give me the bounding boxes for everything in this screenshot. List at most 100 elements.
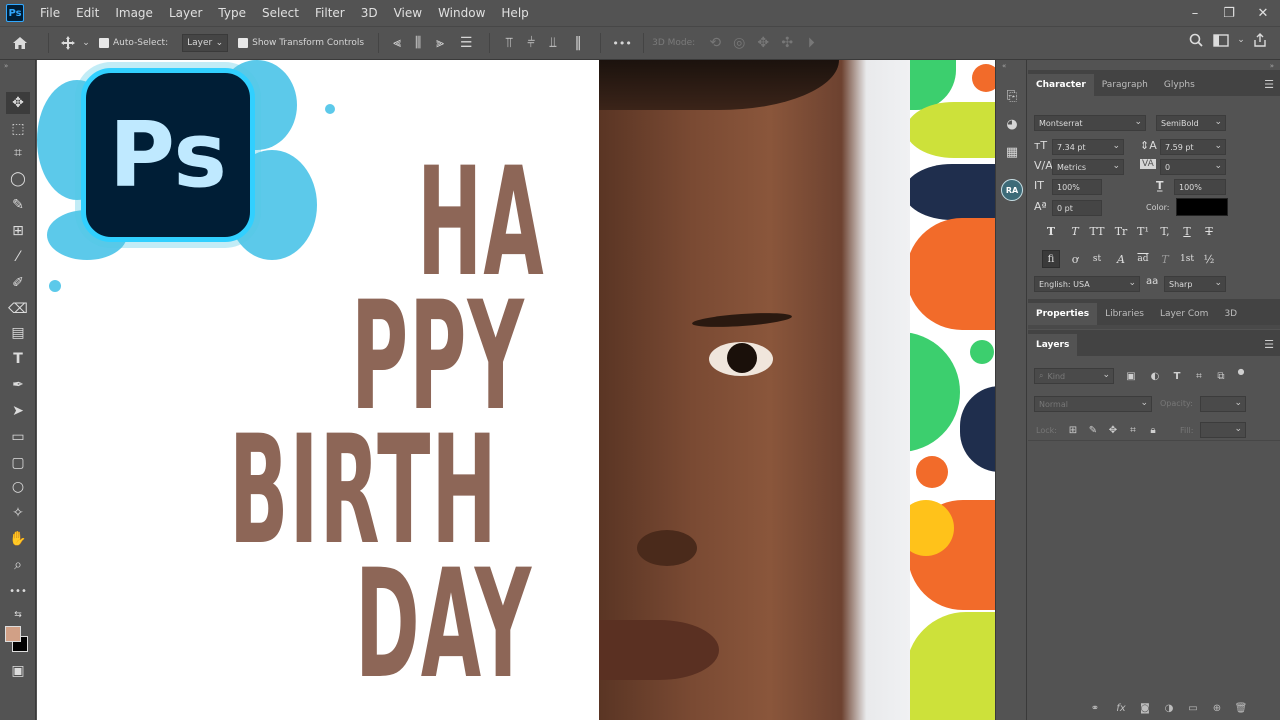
rounded-rectangle-tool-icon[interactable]: ▢ xyxy=(6,452,30,474)
tab-properties[interactable]: Properties xyxy=(1028,303,1098,325)
fill-field[interactable]: ⌄ xyxy=(1200,422,1246,438)
new-group-icon[interactable]: ▭ xyxy=(1184,700,1202,716)
font-size-field[interactable]: 7.34 pt ⌄ xyxy=(1052,139,1124,155)
eraser-tool-icon[interactable]: ⌫ xyxy=(6,298,30,320)
tab-glyphs[interactable]: Glyphs xyxy=(1156,74,1203,96)
menu-window[interactable]: Window xyxy=(430,0,493,26)
document-canvas[interactable]: HA PPY BIRTH DAY Ps xyxy=(37,60,995,720)
menu-view[interactable]: View xyxy=(386,0,430,26)
filter-toggle-icon[interactable]: ● xyxy=(1234,364,1248,378)
more-options-icon[interactable]: ••• xyxy=(609,37,635,50)
menu-help[interactable]: Help xyxy=(493,0,536,26)
gradient-tool-icon[interactable]: ▤ xyxy=(6,322,30,344)
tab-layer-comps[interactable]: Layer Com xyxy=(1152,303,1217,325)
adjustment-layer-icon[interactable]: ◑ xyxy=(1160,700,1178,716)
menu-file[interactable]: File xyxy=(32,0,68,26)
all-caps-button[interactable]: TT xyxy=(1088,222,1106,240)
color-palette-icon[interactable]: ◕ xyxy=(1002,114,1022,134)
history-icon[interactable]: ⎘ xyxy=(1002,86,1022,106)
shape-filter-icon[interactable]: ⌗ xyxy=(1192,369,1206,383)
restore-button[interactable]: ❐ xyxy=(1212,0,1246,26)
lock-position-icon[interactable]: ✥ xyxy=(1106,423,1120,437)
leading-field[interactable]: 7.59 pt ⌄ xyxy=(1160,139,1226,155)
font-style-select[interactable]: SemiBold ⌄ xyxy=(1156,115,1226,131)
marquee-tool-icon[interactable]: ⬚ xyxy=(6,118,30,140)
font-family-select[interactable]: Montserrat ⌄ xyxy=(1034,115,1146,131)
rectangle-tool-icon[interactable]: ▭ xyxy=(6,426,30,448)
chevron-down-icon[interactable]: ⌄ xyxy=(1234,35,1248,45)
minimize-button[interactable]: – xyxy=(1178,0,1212,26)
type-tool-icon[interactable]: T xyxy=(6,348,30,370)
lock-artboard-icon[interactable]: ⌗ xyxy=(1126,423,1140,437)
smart-object-filter-icon[interactable]: ⧉ xyxy=(1214,369,1228,383)
brush-tool-icon[interactable]: ✐ xyxy=(6,272,30,294)
tab-character[interactable]: Character xyxy=(1028,74,1094,96)
move-tool-icon[interactable] xyxy=(57,35,79,51)
menu-image[interactable]: Image xyxy=(107,0,161,26)
titling-alternates-button[interactable]: T xyxy=(1156,250,1174,268)
new-layer-icon[interactable]: ⊕ xyxy=(1208,700,1226,716)
opacity-field[interactable]: ⌄ xyxy=(1200,396,1246,412)
custom-shape-tool-icon[interactable]: ✧ xyxy=(6,502,30,524)
pen-tool-icon[interactable]: ✒ xyxy=(6,374,30,396)
distribute-vertical-icon[interactable]: ‖ xyxy=(564,35,592,51)
superscript-button[interactable]: T¹ xyxy=(1134,222,1152,240)
trash-icon[interactable]: 🗑︎ xyxy=(1232,700,1250,716)
collapse-toolbar-icon[interactable]: » xyxy=(4,62,8,70)
collapse-panels-icon[interactable]: » xyxy=(1270,62,1274,70)
faux-bold-button[interactable]: T xyxy=(1042,222,1060,240)
show-transform-checkbox[interactable]: Show Transform Controls xyxy=(238,38,364,48)
tab-layers[interactable]: Layers xyxy=(1028,334,1078,356)
tab-paragraph[interactable]: Paragraph xyxy=(1094,74,1156,96)
distribute-icon[interactable]: ☰ xyxy=(451,35,481,51)
horizontal-scale-field[interactable]: 100% xyxy=(1174,179,1226,195)
layer-filter-kind-select[interactable]: ⌕ Kind ⌄ xyxy=(1034,368,1114,384)
ellipse-tool-icon[interactable]: ○ xyxy=(6,476,30,498)
add-mask-icon[interactable]: ◙ xyxy=(1136,700,1154,716)
swap-colors-icon[interactable]: ⇆ xyxy=(6,604,30,626)
3d-orbit-icon[interactable]: ⟲ xyxy=(703,35,727,51)
pixel-filter-icon[interactable]: ▣ xyxy=(1124,369,1138,383)
lock-transparency-icon[interactable]: ⊞ xyxy=(1066,423,1080,437)
zoom-tool-icon[interactable]: ⌕ xyxy=(6,554,30,576)
baseline-shift-field[interactable]: 0 pt xyxy=(1052,200,1102,216)
blend-mode-select[interactable]: Normal ⌄ xyxy=(1034,396,1152,412)
home-icon[interactable] xyxy=(0,36,40,50)
align-horizontal-center-icon[interactable]: ⫼ xyxy=(407,35,429,51)
ligatures-button[interactable]: fi xyxy=(1042,250,1060,268)
menu-layer[interactable]: Layer xyxy=(161,0,210,26)
menu-3d[interactable]: 3D xyxy=(353,0,386,26)
auto-select-dropdown[interactable]: Layer ⌄ xyxy=(182,34,229,52)
swatches-grid-icon[interactable]: ▦ xyxy=(1002,142,1022,162)
tab-libraries[interactable]: Libraries xyxy=(1097,303,1152,325)
small-caps-button[interactable]: Tr xyxy=(1112,222,1130,240)
align-bottom-icon[interactable]: ⫫ xyxy=(542,35,564,51)
adjustment-filter-icon[interactable]: ◐ xyxy=(1148,369,1162,383)
type-filter-icon[interactable]: T xyxy=(1170,369,1184,383)
lock-all-icon[interactable]: 🔒︎ xyxy=(1146,423,1160,437)
path-select-tool-icon[interactable]: ➤ xyxy=(6,400,30,422)
3d-slide-icon[interactable]: ✣ xyxy=(775,35,799,51)
3d-roll-icon[interactable]: ◎ xyxy=(727,35,751,51)
crop-alt-tool-icon[interactable]: ⊞ xyxy=(6,220,30,242)
fractions-button[interactable]: ½ xyxy=(1200,250,1218,268)
swash-button[interactable]: A xyxy=(1112,250,1130,268)
link-layers-icon[interactable]: ⚭ xyxy=(1086,700,1104,716)
search-icon[interactable] xyxy=(1184,33,1208,47)
menu-edit[interactable]: Edit xyxy=(68,0,107,26)
fx-icon[interactable]: fx xyxy=(1112,700,1130,716)
lasso-tool-icon[interactable]: ◯ xyxy=(6,168,30,190)
stylistic-alternates-button[interactable]: ad xyxy=(1134,250,1152,268)
collapse-strip-icon[interactable]: « xyxy=(1002,62,1006,70)
screen-mode-icon[interactable]: ▣ xyxy=(6,660,30,682)
subscript-button[interactable]: T, xyxy=(1156,222,1174,240)
eyedropper-tool-icon[interactable]: ⁄ xyxy=(6,246,30,268)
close-button[interactable]: ✕ xyxy=(1246,0,1280,26)
menu-filter[interactable]: Filter xyxy=(307,0,353,26)
user-avatar[interactable]: RA xyxy=(1001,179,1023,201)
faux-italic-button[interactable]: T xyxy=(1066,222,1084,240)
workspace-icon[interactable] xyxy=(1208,33,1234,47)
panel-menu-icon[interactable]: ☰ xyxy=(1264,78,1274,91)
anti-alias-select[interactable]: Sharp ⌄ xyxy=(1164,276,1226,292)
ordinals-button[interactable]: 1st xyxy=(1178,250,1196,268)
